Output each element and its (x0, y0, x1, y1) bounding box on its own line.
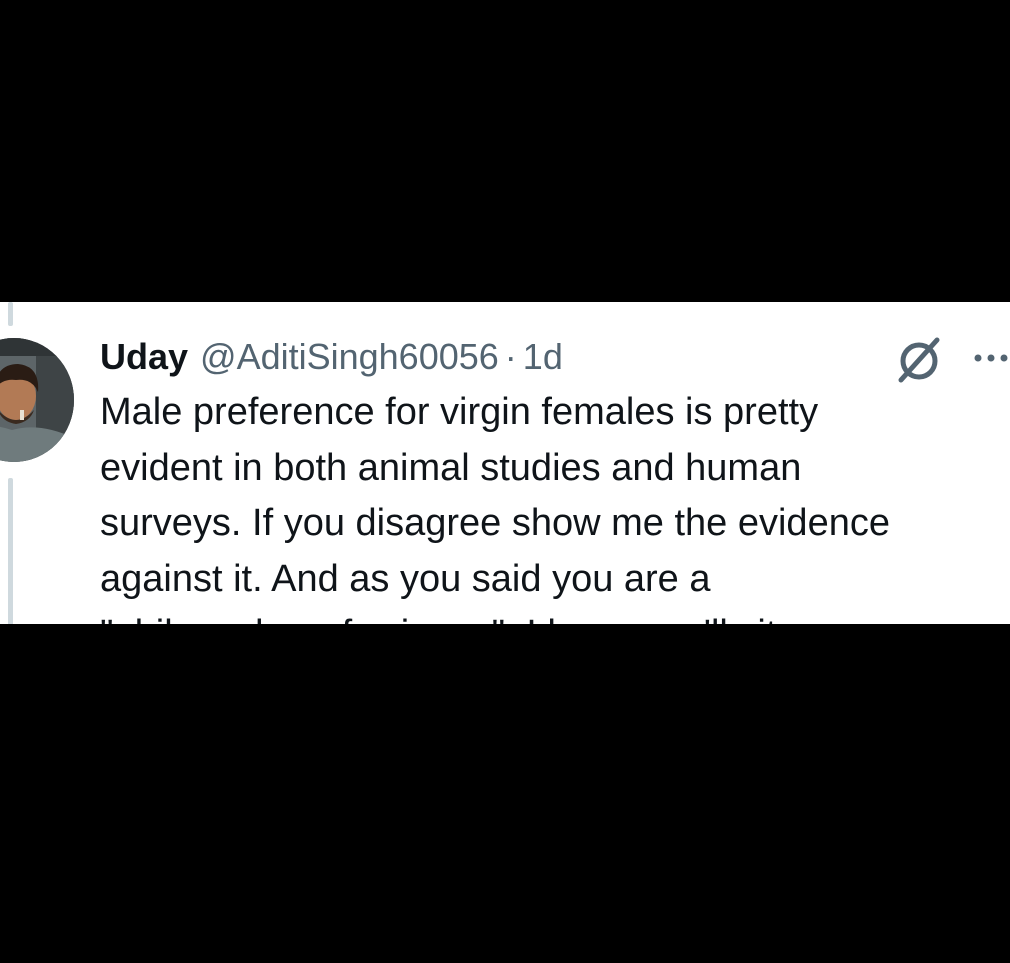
user-handle[interactable]: @AditiSingh60056 (200, 332, 499, 382)
avatar-illustration-icon (0, 338, 74, 462)
header-separator: · (504, 336, 517, 377)
grok-icon[interactable] (893, 334, 945, 386)
display-name[interactable]: Uday (100, 332, 188, 382)
tweet-header: Uday @AditiSingh60056 · 1d (100, 332, 563, 382)
tweet-text: Male preference for virgin females is pr… (100, 385, 1005, 624)
tweet-text-line: evident in both animal studies and human (100, 446, 802, 489)
tweet-text-line: "philosopher of science", I hope you'll … (100, 613, 798, 624)
thread-line-bottom (8, 478, 13, 624)
tweet-timestamp[interactable]: 1d (523, 332, 563, 382)
more-options-icon[interactable] (972, 351, 1010, 365)
tweet-text-line: Male preference for virgin females is pr… (100, 391, 819, 433)
thread-line-top (8, 302, 13, 326)
tweet-card[interactable]: Uday @AditiSingh60056 · 1d Male preferen… (0, 302, 1010, 624)
tweet-text-line: against it. And as you said you are a (100, 557, 711, 600)
avatar[interactable] (0, 338, 74, 462)
tweet-text-line: surveys. If you disagree show me the evi… (100, 502, 890, 544)
